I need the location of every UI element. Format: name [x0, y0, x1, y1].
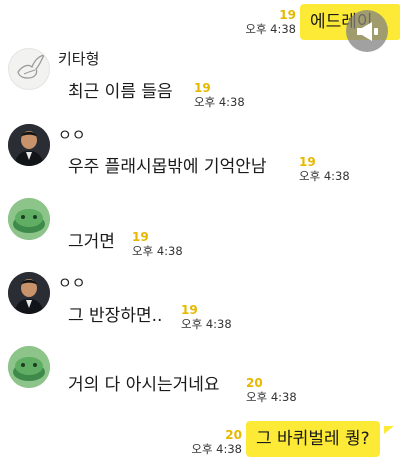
bubble-tail	[384, 426, 394, 434]
message-time: 오후 4:38	[245, 22, 296, 36]
message-text: 우주 플래시몹밖에 기억안남	[68, 157, 267, 177]
unread-count: 19	[132, 230, 149, 244]
message-bubble-outgoing[interactable]: 그 바퀴벌레 퀑?	[246, 421, 380, 457]
avatar[interactable]	[8, 48, 50, 90]
message-time: 오후 4:38	[246, 390, 297, 404]
dove-icon	[17, 54, 46, 79]
unread-count: 19	[279, 8, 296, 22]
message-meta: 20 오후 4:38	[246, 376, 297, 404]
message-time: 오후 4:38	[194, 95, 245, 109]
message-time: 오후 4:38	[181, 317, 232, 331]
unread-count: 20	[225, 428, 242, 442]
floating-button[interactable]	[346, 10, 388, 52]
unread-count: 19	[299, 155, 316, 169]
message-meta: 19 오후 4:38	[230, 8, 296, 36]
message-meta: 19 오후 4:38	[181, 303, 232, 331]
message-bubble-incoming[interactable]: 거의 다 아시는거네요	[58, 367, 230, 403]
message-text: 그 반장하면..	[68, 306, 163, 326]
message-time: 오후 4:38	[132, 244, 183, 258]
message-time: 오후 4:38	[191, 442, 242, 456]
message-text: 그 바퀴벌레 퀑?	[256, 429, 370, 449]
message-text: 최근 이름 들음	[68, 82, 173, 102]
person-photo-icon	[8, 272, 50, 314]
avatar[interactable]	[8, 124, 50, 166]
message-bubble-incoming[interactable]: 최근 이름 들음	[58, 74, 183, 110]
message-text: 거의 다 아시는거네요	[68, 375, 220, 395]
green-character-icon	[8, 346, 50, 388]
message-meta: 19 오후 4:38	[299, 155, 350, 183]
avatar[interactable]	[8, 272, 50, 314]
message-meta: 20 오후 4:38	[176, 428, 242, 456]
sender-name: ㅇㅇ	[58, 274, 86, 292]
avatar[interactable]	[8, 198, 50, 240]
message-bubble-incoming[interactable]: 우주 플래시몹밖에 기억안남	[58, 149, 277, 185]
message-bubble-incoming[interactable]: 그거면	[58, 224, 125, 260]
message-bubble-incoming[interactable]: 그 반장하면..	[58, 298, 173, 334]
person-photo-icon	[8, 124, 50, 166]
message-time: 오후 4:38	[299, 169, 350, 183]
message-meta: 19 오후 4:38	[194, 81, 245, 109]
sender-name: ㅇㅇ	[58, 126, 86, 144]
avatar[interactable]	[8, 346, 50, 388]
megaphone-icon	[357, 22, 378, 41]
message-text: 그거면	[68, 232, 115, 252]
unread-count: 20	[246, 376, 263, 390]
sender-name: 키타형	[58, 50, 100, 68]
unread-count: 19	[194, 81, 211, 95]
green-character-icon	[8, 198, 50, 240]
unread-count: 19	[181, 303, 198, 317]
message-meta: 19 오후 4:38	[132, 230, 183, 258]
